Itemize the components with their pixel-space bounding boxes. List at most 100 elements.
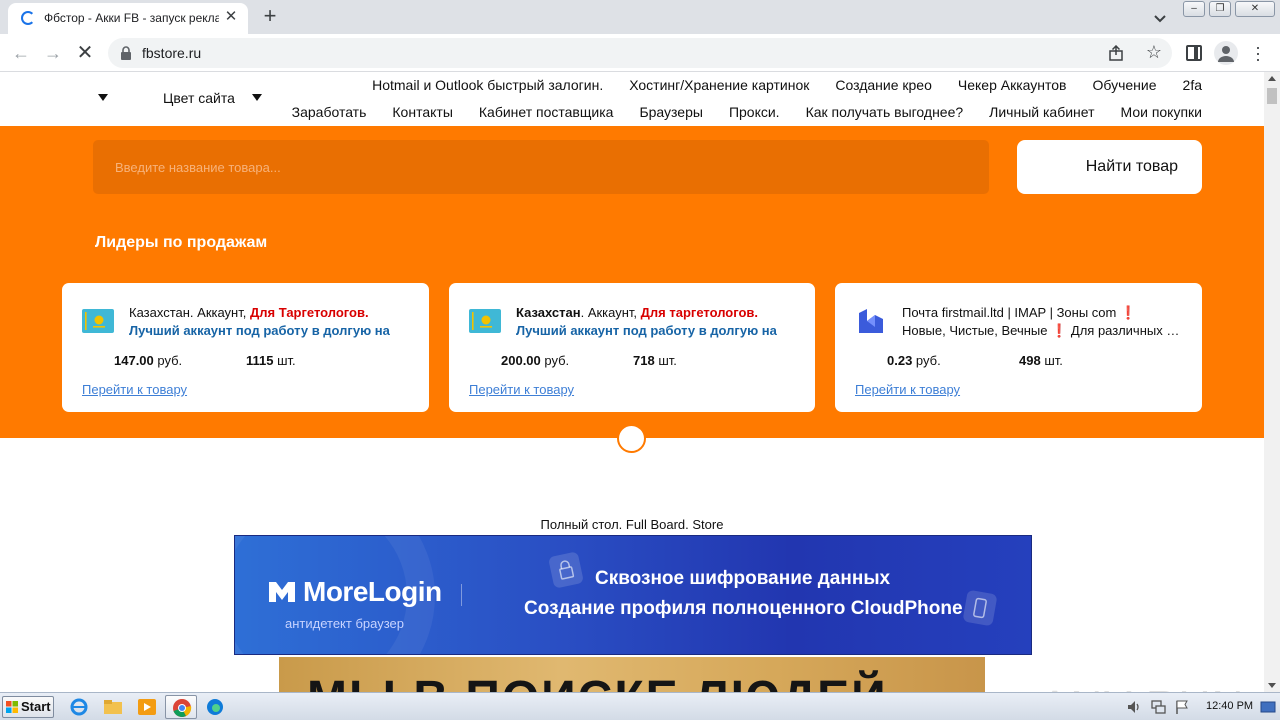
- morelogin-logo-icon: [269, 582, 295, 602]
- taskbar-clock: 12:40 PM: [1206, 700, 1254, 712]
- main-menu-row-2: Заработать Контакты Кабинет поставщика Б…: [292, 104, 1202, 120]
- browser-menu-icon[interactable]: · · ·: [1252, 38, 1264, 68]
- browser-toolbar: ← → ✕ fbstore.ru ☆ · · ·: [0, 34, 1280, 72]
- kazakhstan-flag-icon: [82, 309, 114, 333]
- product-subtitle-line[interactable]: Лучший аккаунт под работу в долгую на: [129, 323, 409, 338]
- site-color-selector[interactable]: Цвет сайта: [163, 90, 235, 106]
- menu-item-how-to-save[interactable]: Как получать выгоднее?: [806, 104, 964, 120]
- padlock-icon: [548, 551, 584, 589]
- menu-item-create-creo[interactable]: Создание крео: [835, 77, 932, 93]
- product-subtitle-line[interactable]: Лучший аккаунт под работу в долгую на: [516, 323, 796, 338]
- site-color-caret-icon[interactable]: [252, 94, 262, 101]
- loading-spinner-icon: [21, 11, 35, 25]
- main-menu-row-1: Hotmail и Outlook быстрый залогин. Хости…: [372, 77, 1202, 93]
- profile-avatar-icon[interactable]: [1214, 41, 1238, 65]
- phone-icon: [962, 589, 998, 627]
- hero-section: Найти товар Лидеры по продажам Казахстан…: [0, 126, 1264, 438]
- firstmail-logo-icon: [859, 309, 883, 333]
- window-maximize-button[interactable]: ❐: [1209, 1, 1231, 17]
- back-button[interactable]: ←: [10, 42, 32, 64]
- product-title-line[interactable]: Почта firstmail.ltd | IMAP | Зоны com ❗: [902, 305, 1192, 321]
- page-scrollbar[interactable]: [1264, 72, 1280, 692]
- product-card: Казахстан. Аккаунт, Для таргетологов. Лу…: [449, 283, 815, 412]
- product-title-line[interactable]: Казахстан. Аккаунт, Для Таргетологов.: [129, 305, 419, 320]
- file-explorer-icon[interactable]: [102, 697, 124, 717]
- menu-item-earn[interactable]: Заработать: [292, 104, 367, 120]
- banner-headline-cloudphone: Создание профиля полноценного CloudPhone: [524, 598, 963, 619]
- product-search-box: [93, 140, 989, 194]
- address-bar[interactable]: fbstore.ru ☆: [108, 38, 1172, 68]
- product-stock: 498 шт.: [1019, 353, 1063, 368]
- internet-explorer-icon[interactable]: [68, 697, 90, 717]
- menu-item-browsers[interactable]: Браузеры: [639, 104, 703, 120]
- sales-leaders-title: Лидеры по продажам: [95, 234, 268, 251]
- site-header: Цвет сайта Hotmail и Outlook быстрый зал…: [0, 72, 1264, 126]
- morelogin-logo-subtitle: антидетект браузер: [285, 616, 404, 631]
- menu-item-hotmail-login[interactable]: Hotmail и Outlook быстрый залогин.: [372, 77, 603, 93]
- menu-item-contacts[interactable]: Контакты: [392, 104, 452, 120]
- action-center-flag-icon[interactable]: [1174, 699, 1190, 715]
- show-desktop-icon[interactable]: [1260, 699, 1276, 715]
- product-card: Казахстан. Аккаунт, Для Таргетологов. Лу…: [62, 283, 429, 412]
- menu-item-account-checker[interactable]: Чекер Аккаунтов: [958, 77, 1067, 93]
- go-to-product-link[interactable]: Перейти к товару: [82, 382, 187, 397]
- kazakhstan-flag-icon: [469, 309, 501, 333]
- volume-icon[interactable]: [1126, 699, 1142, 715]
- start-label: Start: [21, 699, 51, 714]
- scroll-up-arrow-icon[interactable]: [1268, 76, 1276, 81]
- menu-item-proxies[interactable]: Прокси.: [729, 104, 780, 120]
- product-stock: 1115 шт.: [246, 353, 296, 368]
- recruitment-banner[interactable]: МЫ В ПОИСКЕ ЛЮДЕЙ: [279, 657, 985, 692]
- menu-item-2fa[interactable]: 2fa: [1183, 77, 1202, 93]
- menu-item-supplier-cabinet[interactable]: Кабинет поставщика: [479, 104, 614, 120]
- url-text[interactable]: fbstore.ru: [142, 45, 201, 61]
- menu-item-my-purchases[interactable]: Мои покупки: [1121, 104, 1203, 120]
- slider-dot-button[interactable]: [617, 424, 646, 453]
- anyrun-watermark: ANY RUN: [1040, 682, 1244, 692]
- window-close-button[interactable]: ✕: [1235, 1, 1275, 17]
- recruitment-banner-text: МЫ В ПОИСКЕ ЛЮДЕЙ: [307, 671, 888, 692]
- network-icon[interactable]: [1150, 699, 1166, 715]
- page-viewport: Цвет сайта Hotmail и Outlook быстрый зал…: [0, 72, 1264, 692]
- menu-item-personal-cabinet[interactable]: Личный кабинет: [989, 104, 1094, 120]
- language-dropdown-caret-icon[interactable]: [98, 94, 108, 101]
- product-subtitle-line[interactable]: Новые, Чистые, Вечные ❗ Для различных се…: [902, 323, 1182, 339]
- new-tab-button[interactable]: +: [258, 5, 282, 29]
- scrollbar-thumb[interactable]: [1267, 88, 1277, 104]
- product-price: 200.00 руб.: [501, 353, 570, 368]
- go-to-product-link[interactable]: Перейти к товару: [855, 382, 960, 397]
- menu-item-image-hosting[interactable]: Хостинг/Хранение картинок: [629, 77, 809, 93]
- windows-logo-icon: [6, 701, 18, 713]
- product-stock: 718 шт.: [633, 353, 677, 368]
- browser-tab[interactable]: Фбстор - Акки FB - запуск реклам ✕: [8, 3, 248, 34]
- stop-loading-button[interactable]: ✕: [74, 42, 96, 64]
- banner-headline-encryption: Сквозное шифрование данных: [595, 568, 891, 589]
- share-icon[interactable]: [1108, 45, 1124, 61]
- media-player-icon[interactable]: [136, 697, 158, 717]
- banner-divider: [461, 584, 462, 606]
- product-price: 147.00 руб.: [114, 353, 183, 368]
- product-card: Почта firstmail.ltd | IMAP | Зоны com ❗ …: [835, 283, 1202, 412]
- chrome-icon: [173, 699, 192, 717]
- start-button[interactable]: Start: [2, 696, 54, 718]
- product-price: 0.23 руб.: [887, 353, 941, 368]
- menu-item-training[interactable]: Обучение: [1093, 77, 1157, 93]
- tab-close-button[interactable]: ✕: [222, 8, 240, 26]
- board-title: Полный стол. Full Board. Store: [540, 517, 724, 532]
- side-panel-icon[interactable]: [1186, 45, 1202, 61]
- forward-button[interactable]: →: [42, 42, 64, 64]
- find-product-button[interactable]: Найти товар: [1017, 140, 1202, 194]
- scroll-down-arrow-icon[interactable]: [1268, 683, 1276, 688]
- window-minimize-button[interactable]: –: [1183, 1, 1205, 17]
- lock-icon[interactable]: [120, 46, 132, 60]
- chrome-taskbar-button[interactable]: [165, 695, 197, 719]
- tab-search-chevron-icon[interactable]: [1150, 8, 1170, 28]
- product-search-input[interactable]: [93, 140, 989, 194]
- go-to-product-link[interactable]: Перейти к товару: [469, 382, 574, 397]
- windows-taskbar: Start 12:40 PM: [0, 692, 1280, 720]
- product-title-line[interactable]: Казахстан. Аккаунт, Для таргетологов.: [516, 305, 806, 320]
- tab-title: Фбстор - Акки FB - запуск реклам: [44, 11, 219, 25]
- bookmark-star-icon[interactable]: ☆: [1146, 42, 1162, 62]
- edge-icon[interactable]: [204, 697, 226, 717]
- morelogin-banner[interactable]: MoreLogin антидетект браузер Сквозное ши…: [234, 535, 1032, 655]
